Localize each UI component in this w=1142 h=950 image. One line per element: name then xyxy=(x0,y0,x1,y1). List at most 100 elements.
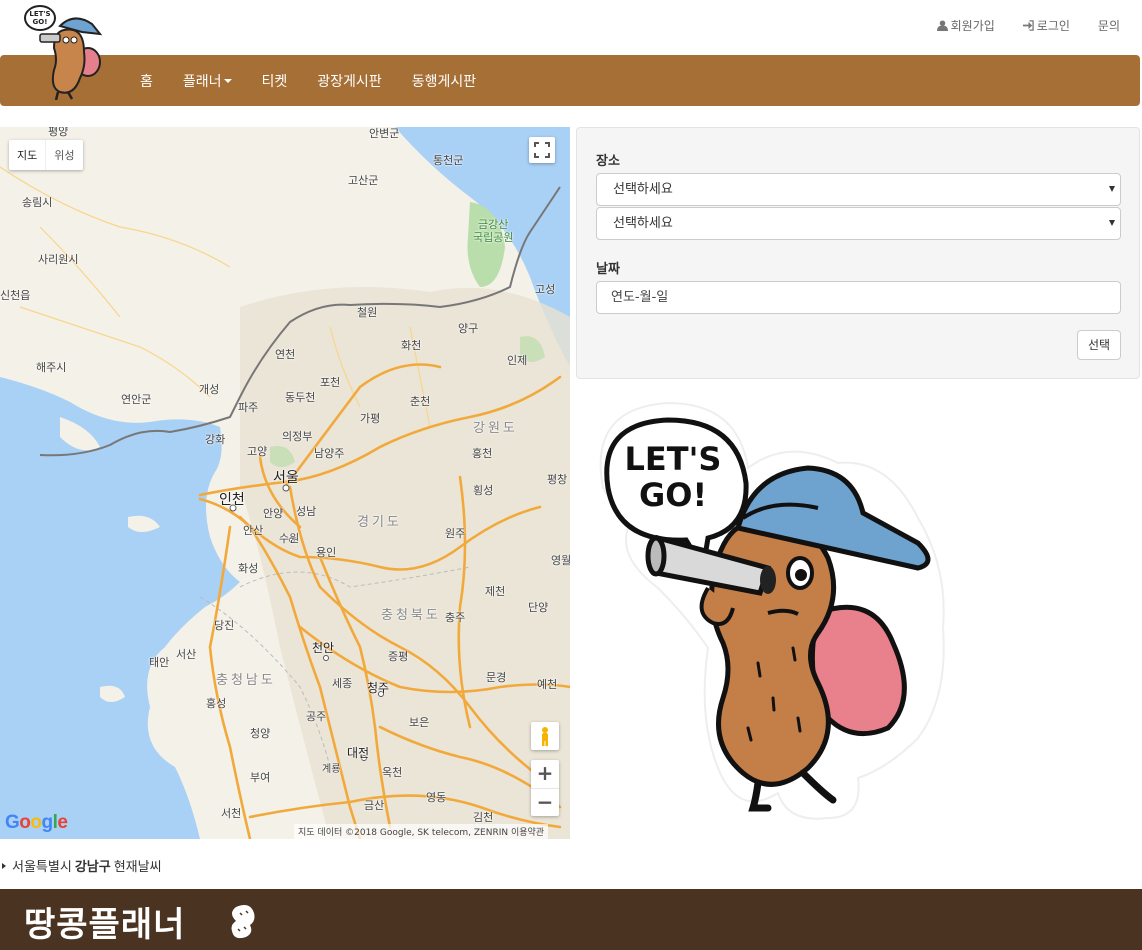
map-label: 홍천 xyxy=(472,447,493,460)
map-label: 강화 xyxy=(205,433,226,446)
map-label: 충주 xyxy=(445,611,466,624)
map-label: 세종 xyxy=(332,677,353,690)
footer-brand-text: 땅콩플래너 xyxy=(24,905,186,945)
map-label: 평창 xyxy=(547,473,568,486)
map-label-incheon: 인천 xyxy=(219,492,245,508)
map-label: 홍성 xyxy=(206,697,227,710)
map-label: 송림시 xyxy=(22,196,53,209)
nav-label: 홈 xyxy=(140,73,153,90)
svg-text:GO!: GO! xyxy=(33,18,48,26)
map-label: 고산군 xyxy=(348,174,379,187)
weather-suffix: 현재날씨 xyxy=(113,860,162,875)
map-label: 금산 xyxy=(364,799,385,812)
date-label: 날짜 xyxy=(596,262,620,277)
map-label: 인제 xyxy=(507,354,528,367)
map-label-park: 금강산 국립공원 xyxy=(473,218,514,244)
map-label: 김천 xyxy=(473,811,494,824)
place-select-1[interactable]: 선택하세요 xyxy=(596,173,1121,206)
map-label: 천안 xyxy=(312,641,335,655)
weather-district: 강남구 xyxy=(74,860,111,875)
footer-brand: 땅콩플래너 xyxy=(24,897,185,946)
nav-label: 동행게시판 xyxy=(411,73,477,90)
map-label: 동두천 xyxy=(285,391,316,404)
zoom-control: + − xyxy=(531,760,559,816)
map-label: 해주시 xyxy=(36,361,67,374)
map-label: 제천 xyxy=(485,585,506,598)
dropdown-arrow-icon xyxy=(1109,220,1115,226)
map-label-province: 충청북도 xyxy=(381,608,441,623)
map-label: 계룡 xyxy=(322,764,341,775)
map-label: 남양주 xyxy=(314,447,345,460)
mascot-logo[interactable]: LET'S GO! xyxy=(22,4,106,100)
map-type-map-button[interactable]: 지도 xyxy=(9,140,45,170)
zoom-out-button[interactable]: − xyxy=(531,788,559,816)
map-label: 양구 xyxy=(458,322,479,335)
map-label-seoul: 서울 xyxy=(273,470,299,486)
map-label: 공주 xyxy=(306,710,327,723)
map-label: 대전 xyxy=(347,746,370,760)
fullscreen-icon xyxy=(534,142,550,158)
peanut-icon xyxy=(231,905,255,939)
map-type-control: 지도 위성 xyxy=(9,140,83,170)
triangle-right-icon xyxy=(2,862,6,869)
top-bar: LET'S GO! 회원가입 로그인 문의 xyxy=(0,0,1142,100)
weather-link[interactable]: 서울특별시 강남구 현재날씨 xyxy=(2,856,162,875)
map-label: 사리원시 xyxy=(38,253,79,266)
select-button[interactable]: 선택 xyxy=(1077,330,1121,360)
inquiry-link[interactable]: 문의 xyxy=(1098,17,1120,34)
nav-item-plaza-board[interactable]: 광장게시판 xyxy=(302,71,396,91)
date-placeholder: 연도-월-일 xyxy=(611,290,669,305)
caret-down-icon xyxy=(223,78,232,83)
map-attribution[interactable]: 지도 데이터 ©2018 Google, SK telecom, ZENRIN … xyxy=(294,824,549,839)
map-label: 증평 xyxy=(388,650,409,663)
map-label: 통천군 xyxy=(433,154,464,167)
user-icon xyxy=(936,20,948,31)
map-label: 단양 xyxy=(528,601,549,614)
map-label: 화천 xyxy=(401,339,422,352)
map-label: 개성 xyxy=(199,383,220,396)
map-label: 영동 xyxy=(426,791,447,804)
nav-label: 티켓 xyxy=(261,73,288,90)
map-label: 안양 xyxy=(263,507,284,520)
street-view-pegman[interactable] xyxy=(531,722,559,750)
top-links: 회원가입 로그인 문의 xyxy=(936,17,1120,34)
map-label: 철원 xyxy=(357,306,378,319)
date-input[interactable]: 연도-월-일 xyxy=(596,281,1121,314)
nav-label: 광장게시판 xyxy=(317,73,382,90)
map-label: 춘천 xyxy=(410,395,431,408)
place-select-2[interactable]: 선택하세요 xyxy=(596,207,1121,240)
map-label: 가평 xyxy=(360,412,381,425)
map-label: 화성 xyxy=(238,562,259,575)
google-map[interactable]: 평양 안변군 통천군 고산군 송림시 사리원시 신천읍 해주시 연안군 개성 파… xyxy=(0,127,570,839)
weather-city: 서울특별시 xyxy=(12,860,72,875)
nav-item-planner[interactable]: 플래너 xyxy=(168,71,247,91)
map-label-province: 충청남도 xyxy=(216,673,276,688)
map-label: 성남 xyxy=(296,505,317,518)
place-label: 장소 xyxy=(596,154,620,169)
zoom-in-button[interactable]: + xyxy=(531,760,559,788)
map-type-satellite-button[interactable]: 위성 xyxy=(45,140,82,170)
login-icon xyxy=(1022,20,1034,31)
login-link[interactable]: 로그인 xyxy=(1022,17,1070,34)
map-label: 안산 xyxy=(243,524,264,537)
google-logo[interactable]: Google xyxy=(5,812,68,834)
map-label: 옥천 xyxy=(382,766,403,779)
signup-link[interactable]: 회원가입 xyxy=(936,17,995,34)
map-label: 횡성 xyxy=(473,484,494,497)
mascot-illustration: LET'S GO! xyxy=(599,401,945,820)
svg-text:LET'S: LET'S xyxy=(29,10,50,18)
map-label: 문경 xyxy=(486,671,507,684)
map-label: 태안 xyxy=(149,656,170,669)
map-label: 청양 xyxy=(250,727,271,740)
speech-text-2: GO! xyxy=(639,476,707,514)
nav-item-ticket[interactable]: 티켓 xyxy=(247,71,303,91)
nav-item-companion-board[interactable]: 동행게시판 xyxy=(397,71,491,91)
map-label-province: 강원도 xyxy=(473,421,518,436)
nav-item-home[interactable]: 홈 xyxy=(125,71,168,91)
map-label: 의정부 xyxy=(282,430,313,443)
map-label: 서천 xyxy=(221,807,242,820)
map-label: 고성 xyxy=(535,283,556,296)
select-value: 선택하세요 xyxy=(613,216,673,231)
fullscreen-button[interactable] xyxy=(529,137,555,163)
search-form-panel: 장소 선택하세요 선택하세요 날짜 연도-월-일 선택 xyxy=(576,127,1140,379)
